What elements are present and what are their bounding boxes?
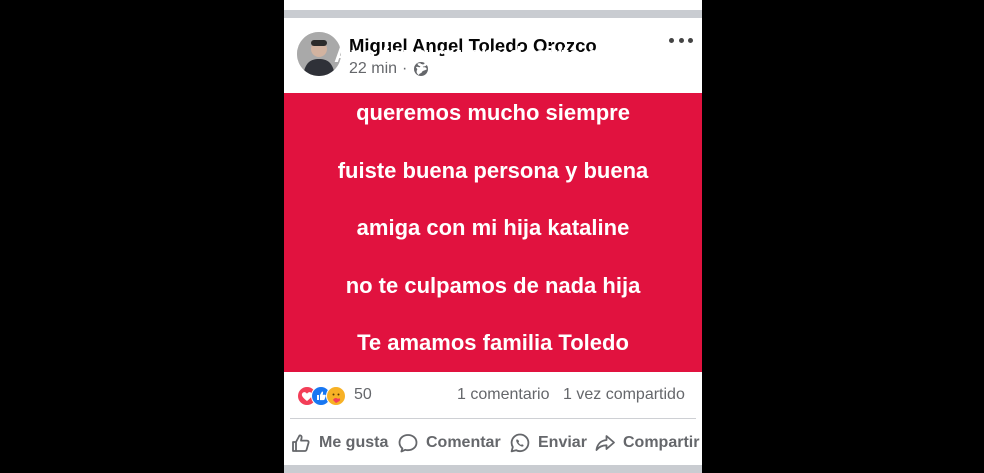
share-arrow-icon xyxy=(595,435,615,451)
share-button[interactable]: Compartir xyxy=(594,428,699,458)
thumbs-up-icon xyxy=(292,434,310,452)
send-label: Enviar xyxy=(538,434,587,451)
comments-count[interactable]: 1 comentario xyxy=(457,386,550,404)
send-button[interactable]: Enviar xyxy=(509,428,587,458)
share-label: Compartir xyxy=(623,434,700,451)
post-text-banner: Ana fong quiero decirte que te queremos … xyxy=(284,42,702,413)
like-label: Me gusta xyxy=(319,434,389,451)
post-body-line: Ana fong quiero decirte que te xyxy=(334,42,652,68)
post-stats: 50 1 comentario 1 vez compartido xyxy=(284,383,702,409)
post-body-line: fuiste buena persona y buena xyxy=(337,157,649,183)
reactions-summary[interactable] xyxy=(297,386,351,406)
comment-button[interactable]: Comentar xyxy=(397,428,501,458)
feed-separator-bottom xyxy=(284,465,702,473)
comment-bubble-icon xyxy=(398,434,418,453)
post-body-line: amiga con mi hija kataline xyxy=(356,215,630,241)
whatsapp-icon xyxy=(510,433,530,453)
reaction-count[interactable]: 50 xyxy=(354,386,372,404)
facebook-post: Miguel Angel Toledo Orozco 22 min · Ana … xyxy=(284,0,702,473)
shares-count[interactable]: 1 vez compartido xyxy=(563,386,685,404)
like-button[interactable]: Me gusta xyxy=(290,428,388,458)
post-body-text: Ana fong quiero decirte que te queremos … xyxy=(293,13,693,445)
care-icon xyxy=(326,386,346,406)
actions-divider xyxy=(290,418,696,419)
post-body-line: no te culpamos de nada hija xyxy=(345,272,641,298)
post-body-line: queremos mucho siempre xyxy=(356,99,630,125)
comment-label: Comentar xyxy=(426,434,501,451)
post-body-line: Te amamos familia Toledo xyxy=(357,330,629,356)
post-actions: Me gusta Comentar Enviar Compartir xyxy=(284,428,702,458)
